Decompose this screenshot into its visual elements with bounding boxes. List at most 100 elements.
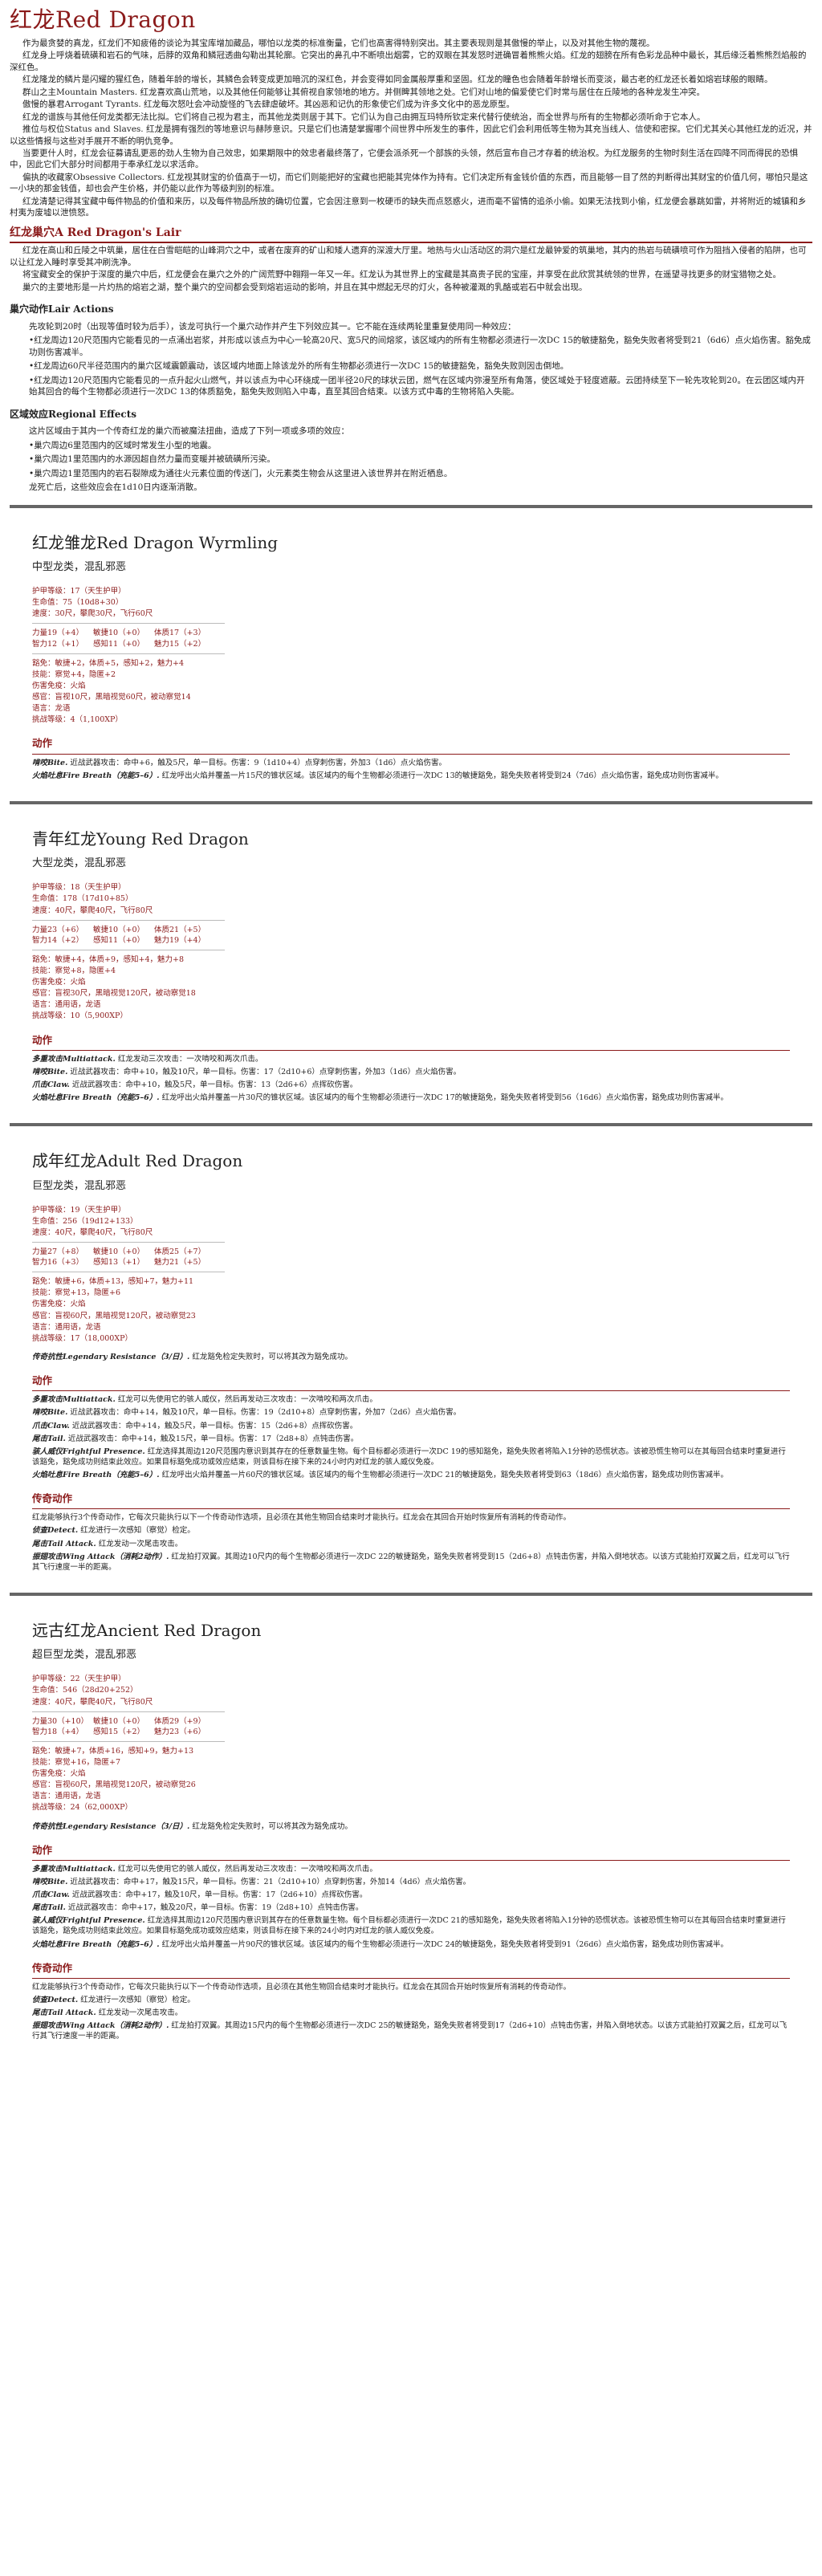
speed: 速度：40尺，攀爬40尺，飞行80尺 (32, 1227, 153, 1237)
senses: 感官：盲视10尺，黑暗视觉60尺，被动察觉14 (32, 692, 191, 702)
action-text: 红龙可以先使用它的骇人威仪，然后再发动三次攻击：一次啃咬和两次爪击。 (117, 1395, 377, 1405)
action-text: 红龙呼出火焰并覆盖一片15尺的锥状区域。该区域内的每个生物都必须进行一次DC 1… (161, 771, 723, 780)
intro-paragraph: 红龙的谱族与其他任何龙类都无法比拟。它们将自己视为君主，而其他龙类则居于其下。它… (22, 112, 706, 122)
action-name: 爪击Claw. (32, 1421, 70, 1430)
speed: 速度：40尺，攀爬40尺，飞行80尺 (32, 905, 153, 915)
ability-scores: 力量23（+6） 敏捷10（+0） 体质21（+5） 智力14（+2） 感知11… (32, 925, 790, 946)
action-name: 火焰吐息Fire Breath（充能5–6）. (32, 1939, 160, 1949)
legendary-actions-heading: 传奇动作 (32, 1961, 73, 1974)
action-entry: 骇人威仪Frightful Presence. 红龙选择其周边120尺范围内意识… (32, 1915, 790, 1936)
regional-effects-outro: 龙死亡后，这些效应会在1d10日内逐渐消散。 (29, 482, 202, 493)
trait-text: 红龙豁免检定失败时，可以将其改为豁免成功。 (192, 1821, 352, 1831)
action-text: 近战武器攻击：命中+10，触及10尺，单一目标。伤害：17（2d10+6）点穿刺… (70, 1067, 462, 1076)
action-entry: 尾击Tail. 近战武器攻击：命中+14，触及15尺，单一目标。伤害：17（2d… (32, 1434, 790, 1444)
damage-immunities: 伤害免疫：火焰 (32, 1769, 86, 1779)
statblock-adult: 成年红龙Adult Red Dragon 巨型龙类，混乱邪恶 护甲等级：19（天… (10, 1134, 812, 1581)
action-text: 红龙呼出火焰并覆盖一片60尺的锥状区域。该区域内的每个生物都必须进行一次DC 2… (161, 1470, 728, 1479)
divider (32, 1711, 225, 1712)
statblock-name: 红龙雏龙Red Dragon Wyrmling (32, 532, 279, 552)
legendary-name: 振翅攻击Wing Attack（消耗2动作）. (32, 2021, 169, 2031)
action-entry: 啃咬Bite. 近战武器攻击：命中+17，触及15尺，单一目标。伤害：21（2d… (32, 1877, 790, 1887)
regional-effects-intro: 这片区域由于其内一个传奇红龙的巢穴而被魔法扭曲，造成了下列一项或多项的效应： (29, 426, 349, 437)
statblock-name: 青年红龙Young Red Dragon (32, 828, 249, 848)
lair-paragraph: 红龙在高山和丘陵之中筑巢，居住在白雪皑皑的山峰洞穴之中，或者在废弃的矿山和矮人遗… (10, 246, 807, 267)
ability-score: 感知11（+0） (93, 639, 145, 649)
actions-heading: 动作 (32, 1033, 53, 1046)
action-text: 红龙选择其周边120尺范围内意识到其存在的任意数量生物。每个目标都必须进行一次D… (32, 1916, 786, 1936)
action-text: 近战武器攻击：命中+6，触及5尺，单一目标。伤害：9（1d10+4）点穿刺伤害，… (70, 758, 446, 767)
ability-scores: 力量27（+8） 敏捷10（+0） 体质25（+7） 智力16（+3） 感知13… (32, 1247, 790, 1268)
lair-actions-heading: 巢穴动作Lair Actions (10, 303, 114, 315)
action-text: 红龙可以先使用它的骇人威仪，然后再发动三次攻击：一次啃咬和两次爪击。 (117, 1864, 377, 1874)
actions-heading: 动作 (32, 737, 53, 750)
saving-throws: 豁免：敏捷+6，体质+13，感知+7，魅力+11 (32, 1277, 194, 1287)
legendary-intro: 红龙能够执行3个传奇动作，它每次只能执行以下一个传奇动作选项，且必须在其他生物回… (32, 1982, 572, 1992)
ability-scores: 力量19（+4） 敏捷10（+0） 体质17（+3） 智力12（+1） 感知11… (32, 628, 790, 649)
divider (32, 1508, 790, 1510)
ability-score: 力量30（+10） (32, 1716, 89, 1726)
action-entry: 啃咬Bite. 近战武器攻击：命中+10，触及10尺，单一目标。伤害：17（2d… (32, 1067, 790, 1077)
languages: 语言：龙语 (32, 704, 71, 714)
statblock-ancient: 远古红龙Ancient Red Dragon 超巨型龙类，混乱邪恶 护甲等级：2… (10, 1604, 812, 2051)
intro-paragraph: 傲慢的暴君Arrogant Tyrants. 红龙每次怒吐会冲动旋怪的飞去肆虐破… (22, 100, 515, 110)
legendary-entry: 侦查Detect. 红龙进行一次感知（察觉）检定。 (32, 1995, 790, 2005)
legendary-name: 尾击Tail Attack. (32, 1539, 96, 1548)
challenge: 挑战等级：17（18,000XP） (32, 1333, 132, 1343)
statblock-young: 青年红龙Young Red Dragon 大型龙类，混乱邪恶 护甲等级：18（天… (10, 812, 812, 1112)
lair-text: 红龙在高山和丘陵之中筑巢，居住在白雪皑皑的山峰洞穴之中，或者在废弃的矿山和矮人遗… (10, 245, 812, 293)
ability-score: 体质17（+3） (154, 629, 206, 638)
actions-heading: 动作 (32, 1374, 53, 1387)
action-entry: 爪击Claw. 近战武器攻击：命中+17，触及10尺，单一目标。伤害：17（2d… (32, 1890, 790, 1900)
action-entry: 火焰吐息Fire Breath（充能5–6）. 红龙呼出火焰并覆盖一片30尺的锥… (32, 1093, 790, 1103)
action-entry: 多重攻击Multiattack. 红龙可以先使用它的骇人威仪，然后再发动三次攻击… (32, 1394, 790, 1405)
action-name: 火焰吐息Fire Breath（充能5–6）. (32, 771, 160, 780)
action-entry: 火焰吐息Fire Breath（充能5–6）. 红龙呼出火焰并覆盖一片90尺的锥… (32, 1939, 790, 1950)
lair-action-item: •红龙周边60尺半径范围内的巢穴区域震颤震动，该区域内地面上除该龙外的所有生物都… (29, 361, 569, 372)
damage-immunities: 伤害免疫：火焰 (32, 1300, 86, 1309)
regional-effects-heading: 区域效应Regional Effects (10, 408, 137, 420)
armor-class: 护甲等级：22（天生护甲） (32, 1675, 126, 1684)
divider (32, 1977, 790, 1979)
action-name: 多重攻击Multiattack. (32, 1864, 116, 1874)
action-entry: 啃咬Bite. 近战武器攻击：命中+6，触及5尺，单一目标。伤害：9（1d10+… (32, 758, 790, 768)
regional-effect-item: •巢穴周边1里范围内的岩石裂隙成为通往火元素位面的传送门，火元素类生物会从这里进… (29, 468, 453, 478)
ability-score: 智力14（+2） (32, 935, 84, 945)
legendary-entry: 尾击Tail Attack. 红龙发动一次尾击攻击。 (32, 2008, 790, 2018)
challenge: 挑战等级：4（1,100XP） (32, 715, 123, 725)
legendary-name: 侦查Detect. (32, 1526, 79, 1536)
ability-score: 魅力19（+4） (154, 935, 206, 945)
statblock-name: 远古红龙Ancient Red Dragon (32, 1620, 262, 1640)
statblock-wyrmling: 红龙雏龙Red Dragon Wyrmling 中型龙类，混乱邪恶 护甲等级：1… (10, 516, 812, 790)
page-title: 红龙Red Dragon (10, 6, 196, 33)
damage-immunities: 伤害免疫：火焰 (32, 978, 86, 987)
ability-score: 感知13（+1） (93, 1258, 145, 1268)
action-entry: 多重攻击Multiattack. 红龙发动三次攻击：一次啃咬和两次爪击。 (32, 1054, 790, 1064)
senses: 感官：盲视60尺，黑暗视觉120尺，被动察觉26 (32, 1780, 196, 1790)
statblock-type: 大型龙类，混乱邪恶 (32, 857, 127, 870)
ability-score: 魅力23（+6） (154, 1727, 206, 1736)
lair-action-item: •红龙周边120尺范围内它能看见的一点涌出岩浆，并形成以该点为中心一轮高20尺、… (29, 336, 811, 357)
legendary-entry: 振翅攻击Wing Attack（消耗2动作）. 红龙拍打双翼。其周边15尺内的每… (32, 2021, 790, 2041)
section-divider (10, 504, 812, 508)
action-text: 近战武器攻击：命中+17，触及15尺，单一目标。伤害：21（2d10+10）点穿… (70, 1878, 471, 1887)
divider (32, 1242, 225, 1243)
divider (32, 653, 225, 654)
ability-score: 体质21（+5） (154, 925, 206, 934)
intro-paragraph: 红龙身上呼烧着硫磺和岩石的气味，后脖的双角和鳞冠透曲勾勒出其轮廓。它突出的鼻孔中… (10, 51, 807, 72)
action-text: 红龙呼出火焰并覆盖一片30尺的锥状区域。该区域内的每个生物都必须进行一次DC 1… (161, 1093, 728, 1103)
trait-entry: 传奇抗性Legendary Resistance（3/日）. 红龙豁免检定失败时… (32, 1821, 790, 1832)
ability-score: 敏捷10（+0） (93, 925, 145, 934)
section-divider (10, 1592, 812, 1596)
divider (32, 623, 225, 625)
saving-throws: 豁免：敏捷+7，体质+16，感知+9，魅力+13 (32, 1746, 194, 1756)
statblock-name: 成年红龙Adult Red Dragon (32, 1151, 243, 1171)
ability-score: 智力18（+4） (32, 1727, 84, 1736)
action-entry: 骇人威仪Frightful Presence. 红龙选择其周边120尺范围内意识… (32, 1447, 790, 1467)
action-name: 啃咬Bite. (32, 1878, 68, 1887)
lair-actions-intro: 先攻轮到20时（出现等值时较为后手），该龙可执行一个巢穴动作并产生下列效应其一。… (29, 321, 516, 332)
ability-score: 力量19（+4） (32, 629, 84, 638)
action-text: 红龙选择其周边120尺范围内意识到其存在的任意数量生物。每个目标都必须进行一次D… (32, 1447, 786, 1467)
section-divider (10, 800, 812, 804)
action-text: 红龙发动三次攻击：一次啃咬和两次爪击。 (117, 1054, 263, 1064)
divider (32, 1049, 790, 1051)
